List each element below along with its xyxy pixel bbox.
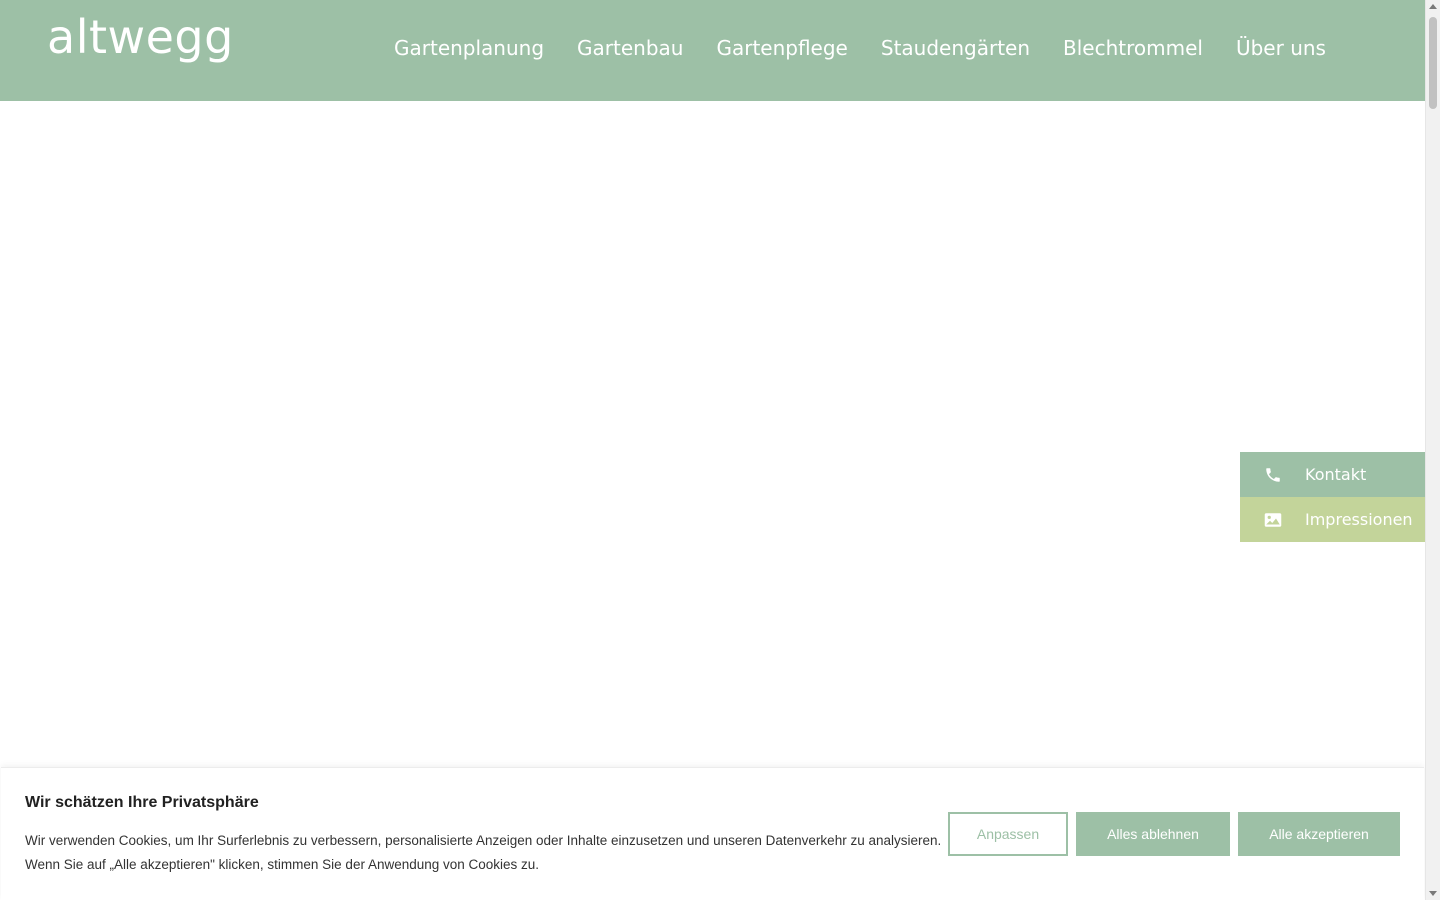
cookie-banner: Wir schätzen Ihre Privatsphäre Wir verwe… [1,767,1424,900]
nav-item-gartenpflege[interactable]: Gartenpflege [716,34,847,62]
cookie-text: Wir verwenden Cookies, um Ihr Surferlebn… [25,829,945,877]
scroll-up-icon[interactable] [1429,4,1437,9]
scroll-thumb[interactable] [1429,17,1437,109]
nav-item-gartenbau[interactable]: Gartenbau [577,34,683,62]
nav-item-staudengaerten[interactable]: Staudengärten [881,34,1030,62]
vertical-scrollbar[interactable] [1425,0,1440,900]
main-nav: Gartenplanung Gartenbau Gartenpflege Sta… [394,34,1326,62]
nav-item-blechtrommel[interactable]: Blechtrommel [1063,34,1203,62]
side-item-kontakt[interactable]: Kontakt [1240,452,1425,497]
cookie-text-line: Wenn Sie auf „Alle akzeptieren" klicken,… [25,857,540,872]
accept-all-button[interactable]: Alle akzeptieren [1238,812,1400,856]
customize-button[interactable]: Anpassen [948,812,1068,856]
scroll-down-icon[interactable] [1429,891,1437,896]
side-item-impressionen[interactable]: Impressionen [1240,497,1425,542]
side-widget: Kontakt Impressionen [1240,452,1425,542]
nav-item-gartenplanung[interactable]: Gartenplanung [394,34,544,62]
side-item-label: Kontakt [1305,465,1367,484]
reject-all-button[interactable]: Alles ablehnen [1076,812,1230,856]
cookie-title: Wir schätzen Ihre Privatsphäre [25,794,259,811]
nav-item-ueber-uns[interactable]: Über uns [1236,34,1326,62]
cookie-text-line: Wir verwenden Cookies, um Ihr Surferlebn… [25,833,942,848]
site-logo[interactable]: altwegg [47,14,234,60]
phone-icon [1240,466,1305,484]
side-item-label: Impressionen [1305,510,1413,529]
image-icon [1240,512,1305,528]
site-header: altwegg Gartenplanung Gartenbau Gartenpf… [0,0,1425,101]
